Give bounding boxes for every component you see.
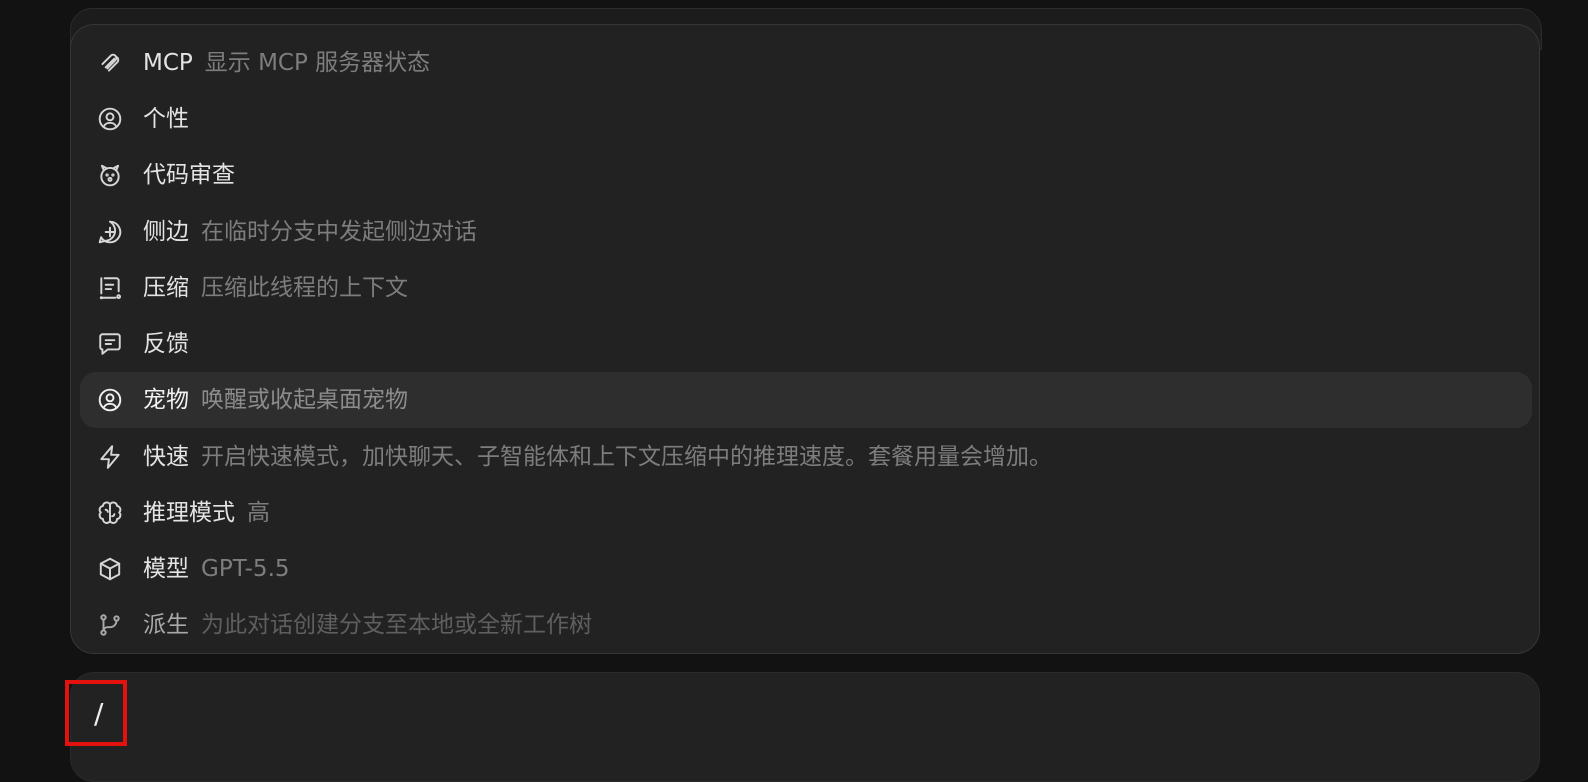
command-name: 快速 [143, 444, 189, 470]
command-item-pet[interactable]: 宠物 唤醒或收起桌面宠物 [80, 372, 1532, 428]
command-name: 侧边 [143, 219, 189, 245]
command-item-compress[interactable]: 压缩 压缩此线程的上下文 [80, 260, 1532, 316]
command-item-feedback[interactable]: 反馈 [80, 316, 1532, 372]
command-name: MCP [143, 50, 193, 76]
command-item-mcp[interactable]: MCP 显示 MCP 服务器状态 [80, 35, 1532, 91]
command-item-side[interactable]: 侧边 在临时分支中发起侧边对话 [80, 204, 1532, 260]
command-name: 个性 [143, 106, 189, 132]
command-description: 显示 MCP 服务器状态 [204, 50, 431, 76]
command-item-fork[interactable]: 派生 为此对话创建分支至本地或全新工作树 [80, 597, 1532, 653]
command-description: 在临时分支中发起侧边对话 [201, 219, 477, 245]
command-item-personality[interactable]: 个性 [80, 91, 1532, 147]
command-description: 为此对话创建分支至本地或全新工作树 [201, 612, 592, 638]
brain-icon [97, 500, 123, 526]
command-name: 派生 [143, 612, 189, 638]
cube-icon [97, 556, 123, 582]
command-description: 压缩此线程的上下文 [201, 275, 408, 301]
git-branch-icon [97, 612, 123, 638]
chat-plus-icon [97, 219, 123, 245]
command-description: GPT-5.5 [201, 556, 290, 582]
paperclip-stack-icon [97, 50, 123, 76]
composer-input[interactable] [70, 672, 1540, 782]
person-circle-icon [97, 387, 123, 413]
command-name: 压缩 [143, 275, 189, 301]
highlight-box [65, 680, 127, 746]
command-description: 开启快速模式，加快聊天、子智能体和上下文压缩中的推理速度。套餐用量会增加。 [201, 444, 1052, 470]
feedback-bubble-icon [97, 331, 123, 357]
compress-doc-icon [97, 275, 123, 301]
command-item-code-review[interactable]: 代码审查 [80, 147, 1532, 203]
command-name: 反馈 [143, 331, 189, 357]
command-name: 宠物 [143, 387, 189, 413]
person-circle-icon [97, 106, 123, 132]
command-item-model[interactable]: 模型 GPT-5.5 [80, 541, 1532, 597]
command-item-reasoning-mode[interactable]: 推理模式 高 [80, 485, 1532, 541]
slash-command-menu: MCP 显示 MCP 服务器状态 个性 代码审查 侧边 在临时分支中发起侧边对话 [70, 24, 1540, 654]
command-description: 高 [247, 500, 270, 526]
command-name: 模型 [143, 556, 189, 582]
command-item-fast[interactable]: 快速 开启快速模式，加快聊天、子智能体和上下文压缩中的推理速度。套餐用量会增加。 [80, 429, 1532, 485]
bear-face-icon [97, 162, 123, 188]
lightning-icon [97, 444, 123, 470]
command-name: 推理模式 [143, 500, 235, 526]
command-description: 唤醒或收起桌面宠物 [201, 387, 408, 413]
command-name: 代码审查 [143, 162, 235, 188]
